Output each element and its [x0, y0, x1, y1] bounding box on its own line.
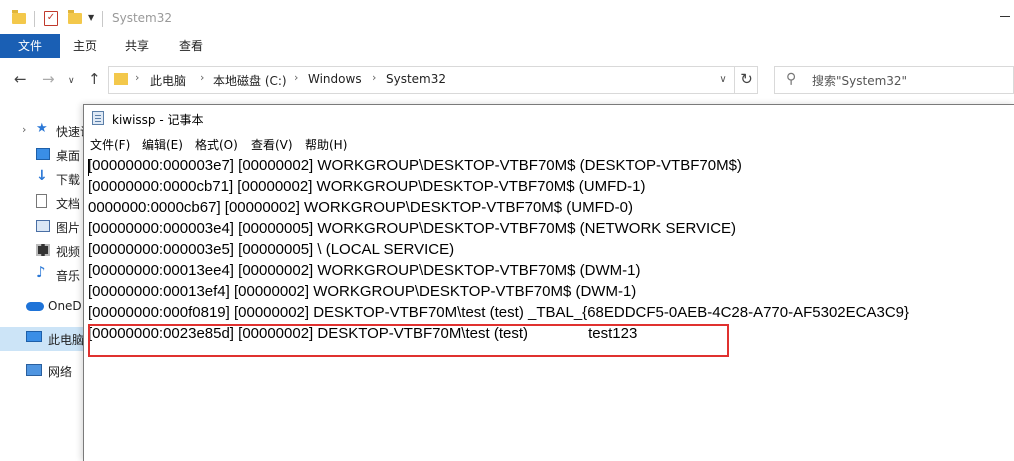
sidebar-item-network[interactable]: 网络	[0, 359, 84, 383]
notepad-title: kiwissp - 记事本	[112, 113, 204, 127]
video-icon	[36, 244, 50, 256]
folder-icon[interactable]	[12, 10, 26, 24]
notepad-text-area[interactable]: [00000000:000003e7] [00000002] WORKGROUP…	[84, 156, 1014, 460]
sidebar-item-music[interactable]: ♪ 音乐	[0, 263, 84, 287]
sidebar-item-this-pc[interactable]: 此电脑	[0, 327, 84, 351]
sidebar-label: OneD	[48, 299, 82, 313]
properties-check-icon[interactable]: ✓	[44, 11, 58, 26]
text-line: [00000000:00013ee4] [00000002] WORKGROUP…	[88, 262, 641, 279]
text-line: [00000000:000003e7] [00000002] WORKGROUP…	[88, 157, 742, 174]
ribbon-tabs: 文件 主页 共享 查看	[0, 34, 1014, 59]
sidebar-item-quick-access[interactable]: › ★ 快速访	[0, 119, 84, 143]
menu-edit[interactable]: 编辑(E)	[142, 136, 183, 153]
sidebar-item-pictures[interactable]: 图片	[0, 215, 84, 239]
qat-separator	[102, 11, 103, 27]
notepad-titlebar	[84, 105, 1014, 132]
address-dropdown-icon[interactable]: ∨	[712, 66, 734, 94]
desktop-icon	[36, 148, 50, 160]
menu-view[interactable]: 查看(V)	[251, 136, 293, 153]
download-icon: ↓	[36, 168, 48, 184]
recent-locations-icon[interactable]: ∨	[68, 73, 75, 89]
qat-dropdown-icon[interactable]: ▼	[88, 13, 94, 22]
breadcrumb-system32[interactable]: System32	[386, 72, 446, 86]
text-line: [00000000:000003e5] [00000005] \ (LOCAL …	[88, 241, 455, 258]
tab-share[interactable]: 共享	[114, 34, 160, 58]
sidebar-item-videos[interactable]: 视频	[0, 239, 84, 263]
cloud-icon	[26, 302, 44, 311]
up-icon[interactable]: ↑	[88, 71, 101, 87]
sidebar-item-desktop[interactable]: 桌面	[0, 143, 84, 167]
folder-icon	[114, 73, 128, 85]
tab-home[interactable]: 主页	[62, 34, 108, 58]
chevron-right-icon[interactable]: ›	[372, 71, 376, 84]
text-line: [00000000:000003e4] [00000005] WORKGROUP…	[88, 220, 737, 237]
new-folder-icon[interactable]	[68, 10, 82, 24]
sidebar-item-downloads[interactable]: ↓ 下载	[0, 167, 84, 191]
text-line: [00000000:0000cb71] [00000002] WORKGROUP…	[88, 178, 646, 195]
text-line: [00000000:000f0819] [00000002] DESKTOP-V…	[88, 304, 910, 321]
sidebar-label: 此电脑	[48, 333, 84, 347]
chevron-right-icon[interactable]: ›	[294, 71, 298, 84]
sidebar-label: 桌面	[56, 149, 81, 163]
menu-file[interactable]: 文件(F)	[90, 136, 130, 153]
music-icon: ♪	[36, 263, 46, 281]
credential-highlight-box	[88, 324, 729, 357]
text-caret	[88, 159, 89, 176]
sidebar-label: 文档	[56, 197, 81, 211]
breadcrumb-local-disk[interactable]: 本地磁盘 (C:)	[213, 72, 287, 89]
chevron-right-icon[interactable]: ›	[135, 71, 139, 84]
navigation-pane: › ★ 快速访 桌面 ↓ 下载 文档 图片 视频 ♪ 音乐 OneD 此电脑 网…	[0, 102, 84, 460]
forward-icon[interactable]: →	[42, 71, 55, 87]
tab-view[interactable]: 查看	[168, 34, 214, 58]
minimize-icon[interactable]	[1000, 16, 1010, 17]
sidebar-label: 网络	[48, 365, 73, 379]
refresh-icon[interactable]: ↻	[734, 66, 758, 94]
sidebar-label: 快速访	[56, 125, 84, 139]
text-line: 0000000:0000cb67] [00000002] WORKGROUP\D…	[88, 199, 633, 216]
menu-help[interactable]: 帮助(H)	[305, 136, 347, 153]
sidebar-label: 图片	[56, 221, 81, 235]
menu-format[interactable]: 格式(O)	[195, 136, 238, 153]
text-line: [00000000:00013ef4] [00000002] WORKGROUP…	[88, 283, 637, 300]
network-icon	[26, 364, 42, 376]
window-title: System32	[112, 11, 173, 25]
chevron-right-icon[interactable]: ›	[200, 71, 204, 84]
sidebar-label: 视频	[56, 245, 81, 259]
chevron-right-icon[interactable]: ›	[22, 123, 26, 136]
back-icon[interactable]: ←	[14, 71, 27, 87]
search-placeholder: 搜索"System32"	[812, 74, 908, 88]
document-icon	[36, 194, 47, 208]
computer-icon	[26, 331, 42, 342]
tab-file[interactable]: 文件	[0, 34, 60, 58]
notepad-icon	[92, 111, 104, 125]
search-icon: ⚲	[786, 71, 797, 87]
sidebar-label: 下载	[56, 173, 81, 187]
sidebar-item-documents[interactable]: 文档	[0, 191, 84, 215]
picture-icon	[36, 220, 50, 232]
breadcrumb-this-pc[interactable]: 此电脑	[150, 72, 186, 89]
star-icon: ★	[36, 121, 48, 136]
qat-separator	[34, 11, 35, 27]
breadcrumb-windows[interactable]: Windows	[308, 72, 362, 86]
sidebar-item-onedrive[interactable]: OneD	[0, 295, 84, 319]
sidebar-label: 音乐	[56, 269, 81, 283]
